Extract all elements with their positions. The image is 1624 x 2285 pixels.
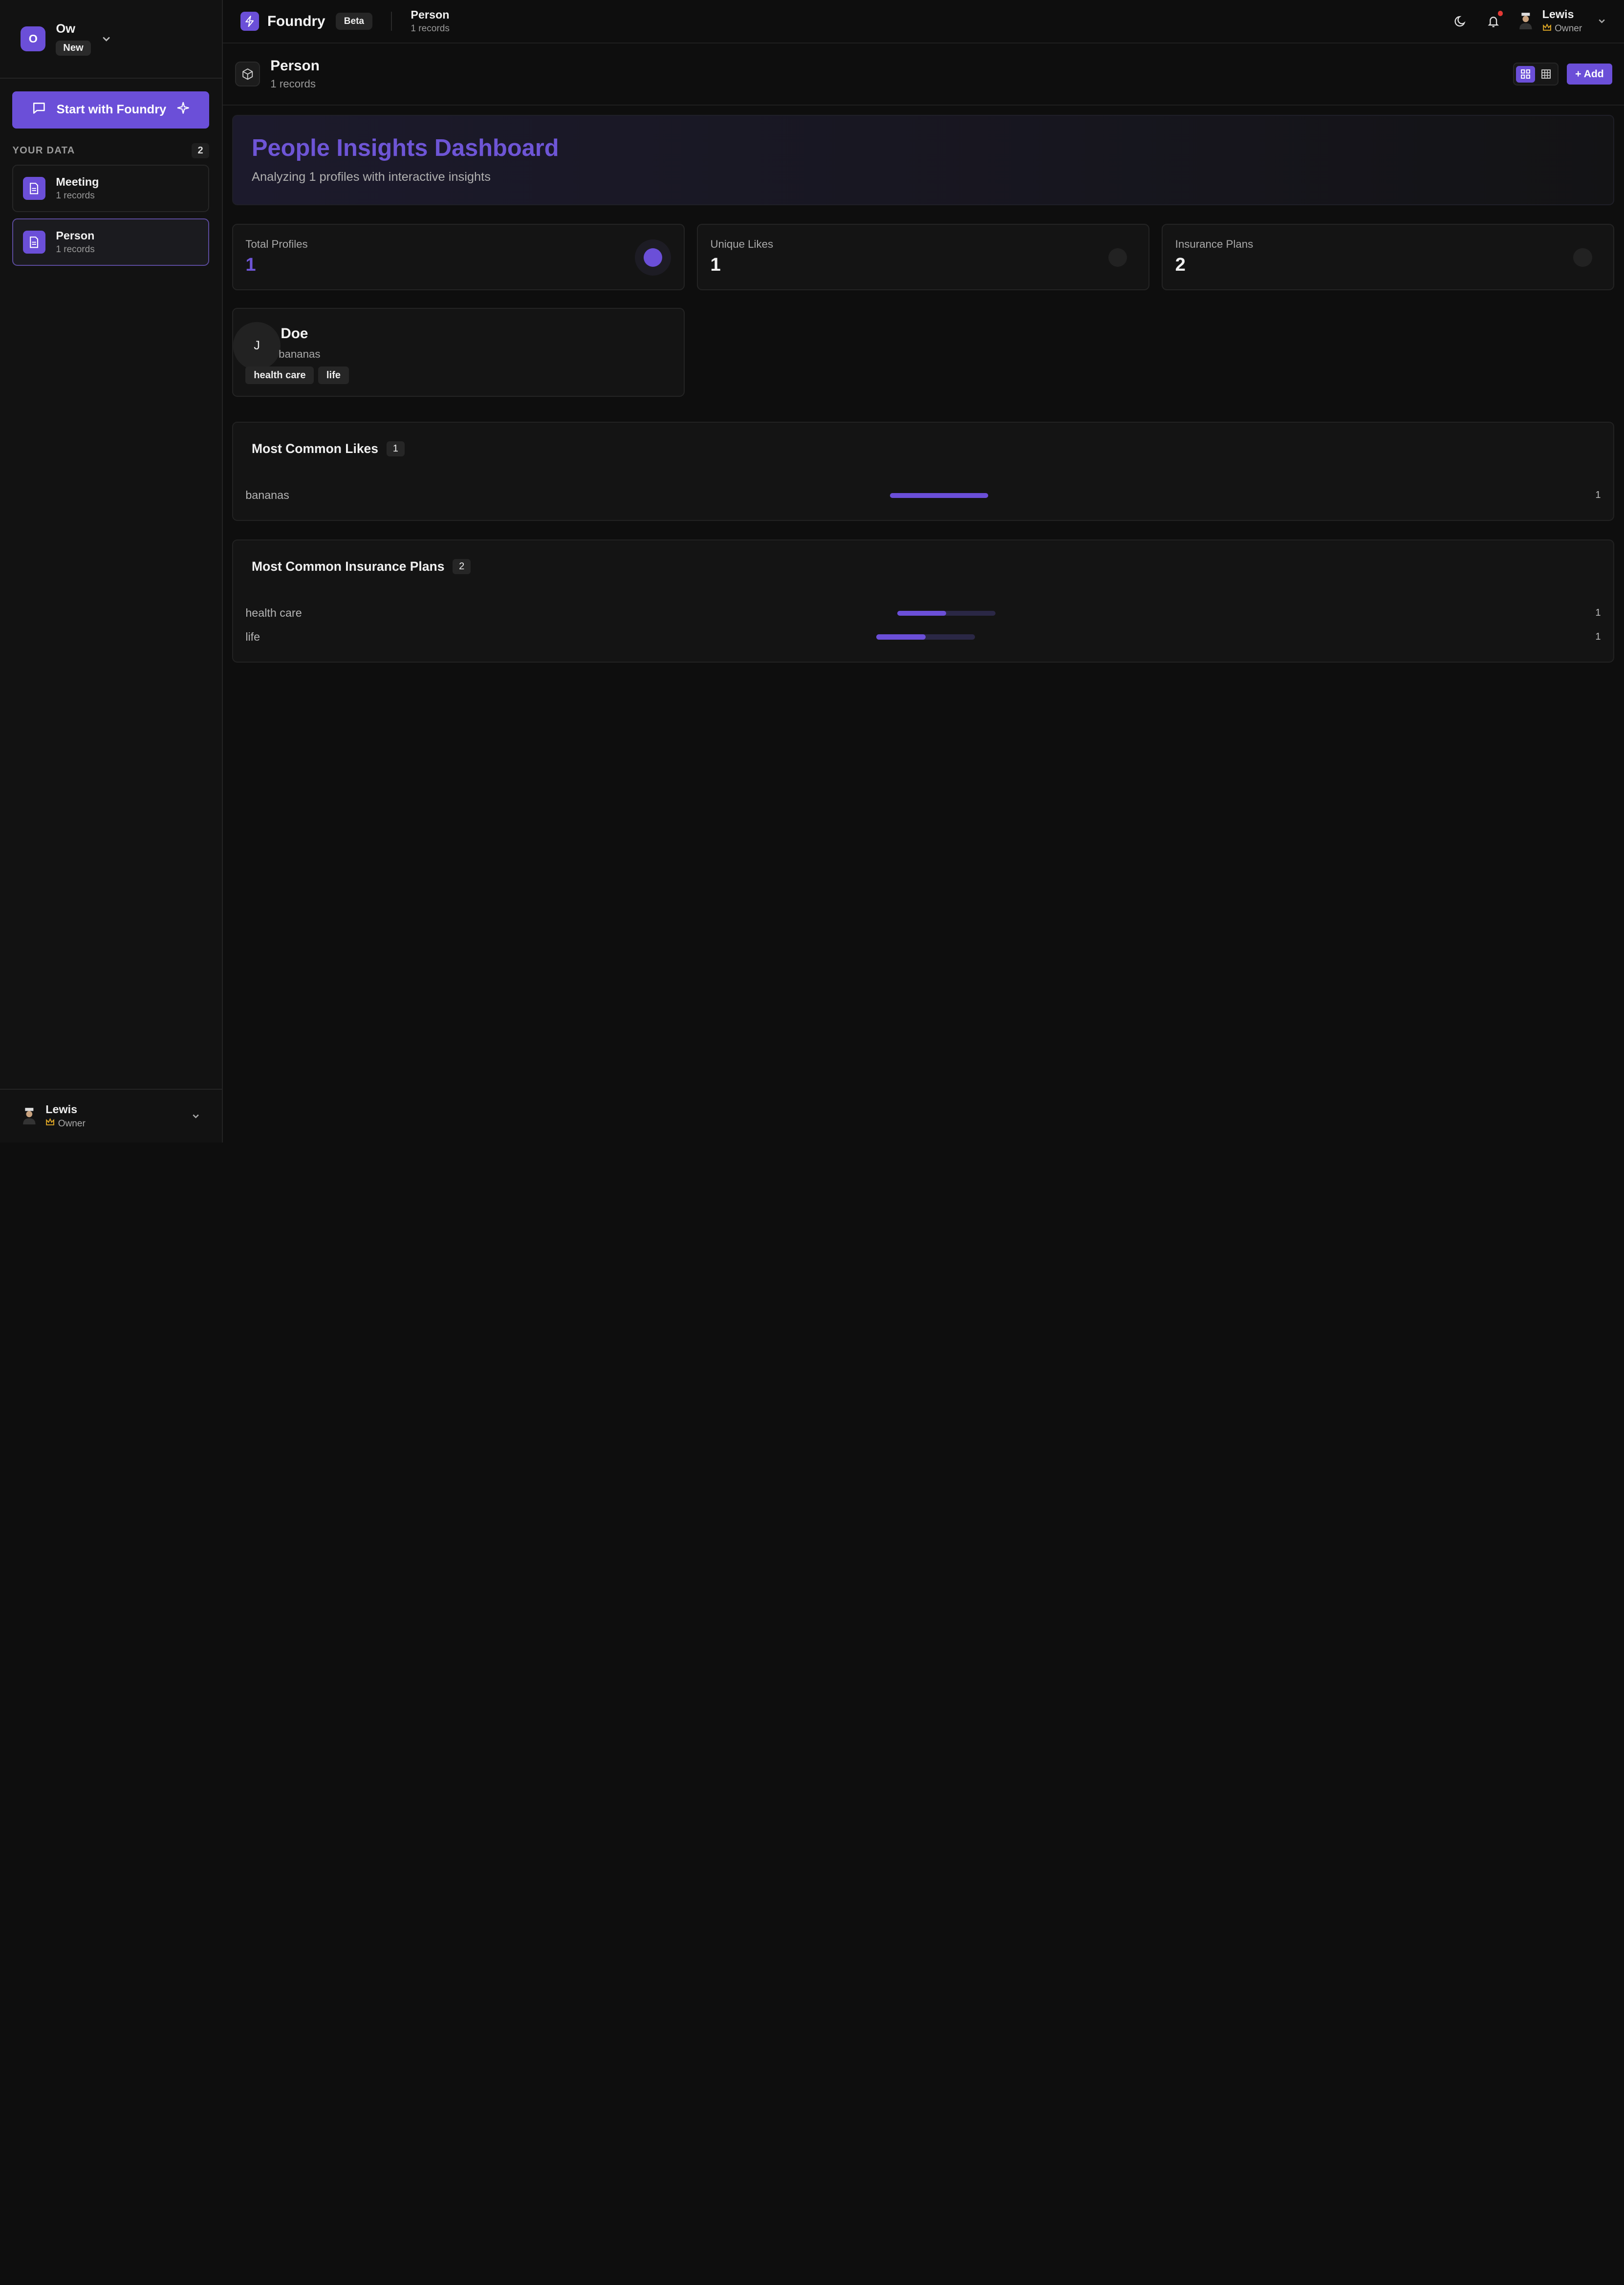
list-item: bananas 1 [245, 484, 1601, 508]
profile-name: Doe [281, 325, 308, 342]
moon-icon[interactable] [1449, 10, 1472, 33]
main-area: Foundry Beta Person 1 records Lewis Owne… [222, 0, 1624, 1142]
your-data-header: YOUR DATA 2 [12, 143, 210, 158]
stat-value: 1 [245, 254, 256, 275]
circle-icon [1564, 239, 1601, 276]
top-user-menu[interactable]: Lewis Owner [1517, 8, 1607, 34]
progress-bar [897, 610, 996, 616]
stat-card-total-profiles: Total Profiles 1 [232, 223, 685, 290]
chevron-down-icon[interactable] [101, 29, 111, 48]
chevron-down-icon[interactable] [1597, 12, 1607, 31]
stat-label: Insurance Plans [1175, 238, 1254, 251]
user-avatar [1517, 11, 1534, 31]
brand-name[interactable]: Foundry [267, 13, 325, 30]
crown-icon [45, 1118, 55, 1129]
panel-count-badge: 1 [386, 441, 405, 457]
workspace-avatar: O [21, 26, 46, 51]
insurance-plans-panel: Most Common Insurance Plans 2 health car… [232, 539, 1614, 663]
circle-icon [634, 239, 671, 276]
stat-label: Total Profiles [245, 238, 308, 251]
list-item: life 1 [245, 625, 1601, 649]
profile-likes: bananas [279, 348, 321, 361]
stat-card-insurance-plans: Insurance Plans 2 [1162, 223, 1614, 290]
progress-fill [876, 634, 926, 640]
circle-icon [1100, 239, 1136, 276]
profile-tags: health care life [245, 366, 349, 385]
row-label: bananas [245, 489, 289, 502]
workspace-name: Ow [56, 22, 76, 36]
beta-badge: Beta [335, 13, 372, 30]
row-value: 1 [1595, 631, 1601, 643]
document-icon [22, 177, 46, 200]
divider [391, 12, 392, 31]
section-count-badge: 2 [191, 143, 210, 158]
sidebar-item-label: Person [56, 229, 95, 242]
crown-icon [1542, 23, 1552, 35]
panel-count-badge: 2 [453, 559, 471, 575]
sidebar-item-label: Meeting [56, 175, 99, 188]
sidebar-item-sub: 1 records [56, 244, 95, 255]
app-root: O Ow New Start with Foundry YOUR DATA 2 [0, 0, 1624, 1143]
progress-fill [897, 610, 947, 616]
stat-value: 2 [1175, 254, 1186, 275]
user-role: Owner [58, 1118, 86, 1129]
notification-dot [1497, 11, 1503, 16]
row-value: 1 [1595, 607, 1601, 619]
view-toggle [1513, 63, 1559, 86]
progress-bar [889, 493, 989, 498]
row-label: life [245, 630, 260, 644]
page-header: Person 1 records + Add [222, 43, 1624, 106]
add-button[interactable]: + Add [1567, 64, 1612, 85]
sparkle-icon [176, 101, 190, 118]
breadcrumb-title: Person [411, 8, 450, 21]
stat-value: 1 [710, 254, 721, 275]
page-subtitle: 1 records [270, 77, 316, 90]
row-label: health care [245, 606, 302, 620]
sidebar-user-menu[interactable]: Lewis Owner [0, 1089, 222, 1142]
profile-avatar: J [233, 322, 281, 370]
sidebar: O Ow New Start with Foundry YOUR DATA 2 [0, 0, 223, 1143]
bell-icon[interactable] [1482, 10, 1505, 33]
page-title: Person [270, 58, 320, 74]
sidebar-item-meeting[interactable]: Meeting 1 records [12, 164, 210, 213]
profile-card[interactable]: J Doe bananas health care life [232, 307, 685, 397]
stat-label: Unique Likes [710, 238, 774, 251]
stat-card-unique-likes: Unique Likes 1 [697, 223, 1149, 290]
sidebar-item-sub: 1 records [56, 191, 95, 201]
chat-icon [32, 101, 46, 119]
user-name: Lewis [45, 1103, 78, 1116]
section-label: YOUR DATA [12, 145, 75, 156]
row-value: 1 [1595, 490, 1601, 501]
progress-fill [889, 493, 989, 498]
user-role: Owner [1555, 23, 1582, 34]
user-name: Lewis [1542, 8, 1574, 21]
panel-title: Most Common Insurance Plans [252, 559, 445, 574]
tag: health care [245, 366, 314, 385]
likes-panel: Most Common Likes 1 bananas 1 [232, 421, 1614, 521]
start-button-label: Start with Foundry [56, 103, 167, 117]
top-bar: Foundry Beta Person 1 records Lewis Owne… [222, 0, 1624, 44]
progress-bar [876, 634, 975, 640]
cube-icon [235, 62, 260, 87]
document-icon [22, 231, 46, 254]
stats-row: Total Profiles 1 Unique Likes 1 Insuranc… [232, 223, 1614, 290]
table-view-icon[interactable] [1537, 66, 1556, 83]
chevron-down-icon[interactable] [191, 1107, 201, 1126]
dashboard-content: People Insights Dashboard Analyzing 1 pr… [223, 106, 1624, 663]
lightning-icon[interactable] [240, 12, 259, 31]
tag: life [318, 366, 349, 385]
workspace-switcher[interactable]: O Ow New [0, 0, 222, 79]
user-avatar [21, 1106, 37, 1126]
sidebar-item-person[interactable]: Person 1 records [12, 218, 210, 266]
dashboard-title: People Insights Dashboard [252, 135, 559, 162]
breadcrumb: Person 1 records [411, 8, 449, 34]
grid-view-icon[interactable] [1516, 65, 1535, 83]
list-item: health care 1 [245, 602, 1601, 625]
hero-banner: People Insights Dashboard Analyzing 1 pr… [232, 115, 1614, 205]
panel-title: Most Common Likes [252, 441, 379, 456]
workspace-badge: New [56, 40, 91, 56]
start-with-foundry-button[interactable]: Start with Foundry [12, 91, 210, 129]
dashboard-subtitle: Analyzing 1 profiles with interactive in… [252, 170, 491, 184]
breadcrumb-sub: 1 records [411, 23, 450, 34]
